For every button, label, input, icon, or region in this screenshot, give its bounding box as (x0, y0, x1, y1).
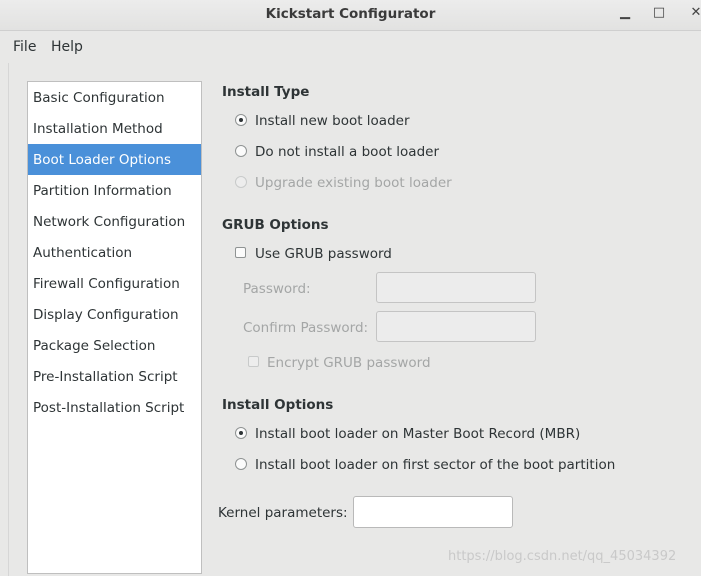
confirm-password-label: Confirm Password: (243, 320, 369, 336)
confirm-password-field (376, 311, 536, 342)
no-boot-loader-label[interactable]: Do not install a boot loader (255, 144, 439, 160)
sidebar-item-partition-information[interactable]: Partition Information (28, 175, 201, 206)
install-type-heading: Install Type (222, 84, 310, 100)
upgrade-boot-loader-radio (235, 176, 247, 188)
sidebar-item-pre-installation-script[interactable]: Pre-Installation Script (28, 361, 201, 392)
menu-help[interactable]: Help (51, 39, 83, 55)
sidebar-item-firewall-configuration[interactable]: Firewall Configuration (28, 268, 201, 299)
window-title: Kickstart Configurator (265, 6, 436, 22)
use-grub-password-checkbox[interactable] (235, 247, 246, 258)
install-mbr-radio[interactable] (235, 427, 247, 439)
close-icon[interactable]: ✕ (688, 5, 701, 23)
upgrade-boot-loader-label: Upgrade existing boot loader (255, 175, 452, 191)
sidebar-item-network-configuration[interactable]: Network Configuration (28, 206, 201, 237)
minimize-icon[interactable]: ▁ (617, 5, 633, 23)
install-boot-partition-label[interactable]: Install boot loader on first sector of t… (255, 457, 615, 473)
install-new-boot-loader-radio[interactable] (235, 114, 247, 126)
install-new-boot-loader-label[interactable]: Install new boot loader (255, 113, 410, 129)
encrypt-grub-password-label: Encrypt GRUB password (267, 355, 431, 371)
sidebar-item-post-installation-script[interactable]: Post-Installation Script (28, 392, 201, 423)
grub-options-heading: GRUB Options (222, 217, 329, 233)
use-grub-password-label[interactable]: Use GRUB password (255, 246, 392, 262)
sidebar-item-installation-method[interactable]: Installation Method (28, 113, 201, 144)
password-field (376, 272, 536, 303)
install-mbr-label[interactable]: Install boot loader on Master Boot Recor… (255, 426, 580, 442)
encrypt-grub-password-checkbox (248, 356, 259, 367)
password-label: Password: (243, 281, 311, 297)
kernel-parameters-label: Kernel parameters: (218, 505, 348, 521)
menu-bar: File Help (0, 31, 701, 63)
title-bar: Kickstart Configurator ▁ □ ✕ (0, 0, 701, 31)
watermark-text: https://blog.csdn.net/qq_45034392 (448, 549, 677, 564)
background-window-edge (0, 63, 9, 576)
sidebar-item-boot-loader-options[interactable]: Boot Loader Options (28, 144, 201, 175)
sidebar-item-display-configuration[interactable]: Display Configuration (28, 299, 201, 330)
install-boot-partition-radio[interactable] (235, 458, 247, 470)
sidebar-item-basic-configuration[interactable]: Basic Configuration (28, 82, 201, 113)
menu-file[interactable]: File (13, 39, 36, 55)
no-boot-loader-radio[interactable] (235, 145, 247, 157)
install-options-heading: Install Options (222, 397, 334, 413)
sidebar-item-package-selection[interactable]: Package Selection (28, 330, 201, 361)
sidebar-item-authentication[interactable]: Authentication (28, 237, 201, 268)
kernel-parameters-input[interactable] (353, 496, 513, 528)
maximize-icon[interactable]: □ (651, 5, 667, 23)
sidebar-list: Basic Configuration Installation Method … (27, 81, 202, 574)
